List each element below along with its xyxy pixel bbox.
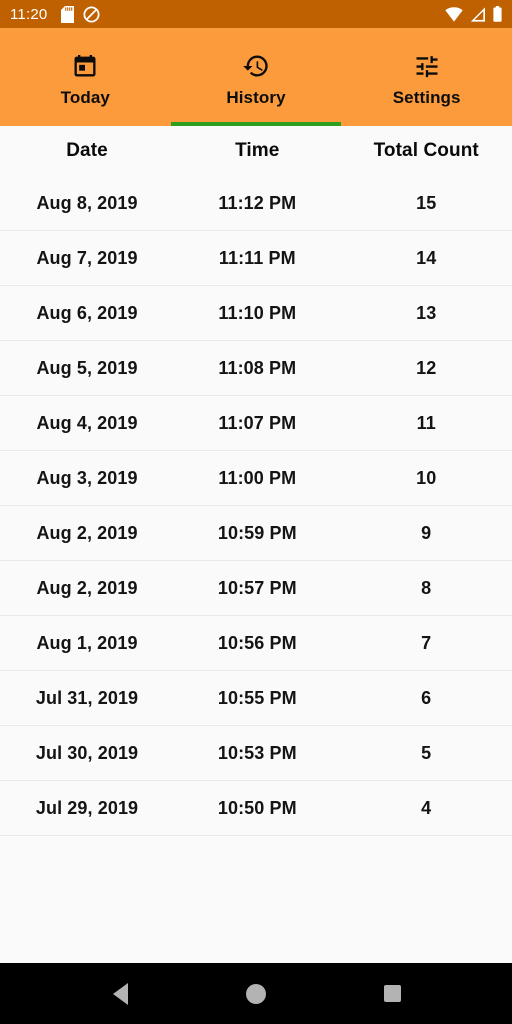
table-row[interactable]: Aug 4, 2019 11:07 PM 11 xyxy=(0,396,512,451)
sd-card-icon xyxy=(61,5,75,23)
battery-icon xyxy=(493,6,502,22)
home-icon xyxy=(246,983,266,1004)
cell-date: Aug 5, 2019 xyxy=(36,357,138,378)
android-nav-bar xyxy=(0,963,512,1024)
table-row[interactable]: Aug 5, 2019 11:08 PM 12 xyxy=(0,341,512,396)
cell-time: 10:53 PM xyxy=(217,742,297,763)
cell-time: 11:08 PM xyxy=(218,357,297,378)
status-bar-clock: 11:20 xyxy=(10,5,48,23)
tab-label-history: History xyxy=(226,88,286,107)
column-header-time: Time xyxy=(235,140,280,161)
app-root: 11:20 Today History Settings Date Time T… xyxy=(0,0,512,1024)
nav-home-button[interactable] xyxy=(232,970,280,1018)
cell-count: 6 xyxy=(421,687,432,708)
tab-label-settings: Settings xyxy=(392,88,461,107)
recents-icon xyxy=(383,985,401,1002)
table-header-row: Date Time Total Count xyxy=(0,126,512,176)
table-row[interactable]: Aug 1, 2019 10:56 PM 7 xyxy=(0,616,512,671)
nav-back-button[interactable] xyxy=(96,970,144,1018)
table-row[interactable]: Aug 7, 2019 11:11 PM 14 xyxy=(0,231,512,286)
history-table: Date Time Total Count Aug 8, 2019 11:12 … xyxy=(0,126,512,836)
nav-recents-button[interactable] xyxy=(368,970,416,1018)
cell-date: Jul 29, 2019 xyxy=(35,797,139,818)
cell-time: 10:56 PM xyxy=(217,632,297,653)
history-clock-icon xyxy=(242,52,270,80)
cell-date: Aug 4, 2019 xyxy=(36,412,138,433)
cell-count: 15 xyxy=(416,192,437,213)
cellular-signal-icon xyxy=(470,6,486,22)
tab-settings[interactable]: Settings xyxy=(341,28,512,126)
cell-count: 8 xyxy=(421,577,432,598)
cell-count: 9 xyxy=(421,522,432,543)
cell-date: Jul 31, 2019 xyxy=(35,687,139,708)
tab-bar: Today History Settings xyxy=(0,28,512,126)
tab-today[interactable]: Today xyxy=(0,28,171,126)
cell-date: Aug 6, 2019 xyxy=(36,302,138,323)
status-bar-left-icons xyxy=(61,5,100,23)
cell-time: 10:50 PM xyxy=(217,797,297,818)
status-bar-right-icons xyxy=(445,6,502,22)
cell-date: Jul 30, 2019 xyxy=(35,742,139,763)
cell-date: Aug 2, 2019 xyxy=(36,577,138,598)
cell-date: Aug 2, 2019 xyxy=(36,522,138,543)
table-row[interactable]: Aug 8, 2019 11:12 PM 15 xyxy=(0,176,512,231)
cell-time: 11:12 PM xyxy=(218,192,297,213)
cell-count: 5 xyxy=(421,742,432,763)
cell-count: 4 xyxy=(421,797,432,818)
status-bar: 11:20 xyxy=(0,0,512,28)
cell-time: 11:00 PM xyxy=(218,467,297,488)
table-row[interactable]: Jul 31, 2019 10:55 PM 6 xyxy=(0,671,512,726)
tune-sliders-icon xyxy=(413,52,441,80)
do-not-disturb-icon xyxy=(83,5,100,23)
cell-date: Aug 8, 2019 xyxy=(36,192,138,213)
tab-history[interactable]: History xyxy=(171,28,342,126)
cell-time: 10:59 PM xyxy=(217,522,297,543)
cell-date: Aug 7, 2019 xyxy=(36,247,138,268)
calendar-today-icon xyxy=(71,52,99,80)
back-icon xyxy=(112,982,128,1005)
cell-count: 7 xyxy=(421,632,432,653)
table-row[interactable]: Aug 6, 2019 11:10 PM 13 xyxy=(0,286,512,341)
table-row[interactable]: Jul 29, 2019 10:50 PM 4 xyxy=(0,781,512,836)
cell-time: 11:07 PM xyxy=(218,412,297,433)
cell-count: 14 xyxy=(416,247,437,268)
wifi-icon xyxy=(445,6,463,22)
history-content: Date Time Total Count Aug 8, 2019 11:12 … xyxy=(0,126,512,963)
cell-date: Aug 3, 2019 xyxy=(36,467,138,488)
cell-count: 13 xyxy=(416,302,437,323)
cell-time: 11:10 PM xyxy=(218,302,297,323)
cell-time: 10:57 PM xyxy=(217,577,297,598)
tab-label-today: Today xyxy=(60,88,110,107)
cell-count: 11 xyxy=(416,412,436,433)
cell-count: 10 xyxy=(416,467,437,488)
table-row[interactable]: Jul 30, 2019 10:53 PM 5 xyxy=(0,726,512,781)
column-header-date: Date xyxy=(66,140,108,161)
column-header-total-count: Total Count xyxy=(373,140,479,161)
table-row[interactable]: Aug 3, 2019 11:00 PM 10 xyxy=(0,451,512,506)
cell-time: 10:55 PM xyxy=(217,687,297,708)
table-row[interactable]: Aug 2, 2019 10:57 PM 8 xyxy=(0,561,512,616)
cell-date: Aug 1, 2019 xyxy=(36,632,138,653)
cell-count: 12 xyxy=(416,357,437,378)
table-row[interactable]: Aug 2, 2019 10:59 PM 9 xyxy=(0,506,512,561)
cell-time: 11:11 PM xyxy=(218,247,296,268)
